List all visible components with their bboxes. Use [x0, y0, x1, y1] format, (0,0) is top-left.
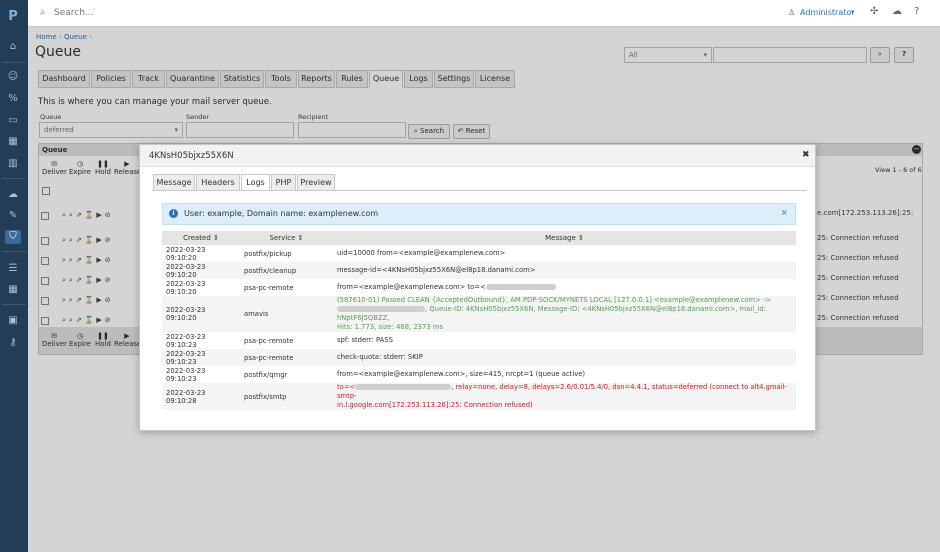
log-service: psa-pc-remote	[244, 283, 294, 292]
cloud-icon[interactable]: ☁	[5, 188, 21, 202]
logs-header-row: Created ⇕ Service ⇕ Message ⇕	[162, 231, 796, 245]
column-message-label: Message	[545, 234, 576, 242]
log-created: 2022-03-23 09:10:20	[166, 279, 206, 296]
home-icon[interactable]: ⌂	[5, 40, 21, 54]
log-service: postfix/qmgr	[244, 370, 288, 379]
modal-header	[140, 145, 815, 167]
close-icon[interactable]: ✖	[802, 150, 810, 160]
log-message: (587610-01) Passed CLEAN {AcceptedOutbou…	[333, 296, 796, 332]
info-alert: i User: example, Domain name: examplenew…	[162, 203, 796, 225]
user-menu[interactable]: Administrator	[800, 8, 855, 17]
divider	[2, 304, 26, 305]
sort-icon: ⇕	[297, 234, 304, 242]
sort-icon: ⇕	[213, 234, 219, 242]
log-message-text: uid=10000 from=<example@examplenew.com>	[337, 249, 506, 257]
tab-divider	[152, 190, 807, 191]
log-service: postfix/pickup	[244, 249, 292, 258]
book-icon[interactable]: ▥	[5, 157, 21, 171]
log-modal: 4KNsH05bjxz55X6N ✖ Message Headers Logs PHP…	[139, 144, 816, 431]
log-message: from=<example@examplenew.com>, size=415,…	[333, 366, 796, 383]
log-message-text: (587610-01) Passed CLEAN {AcceptedOutbou…	[337, 296, 772, 304]
log-created: 2022-03-23 09:10:20	[166, 245, 206, 262]
redacted-recipient	[337, 306, 425, 312]
modal-tab-headers[interactable]: Headers	[196, 174, 240, 191]
cloud-off-icon[interactable]: ☁	[892, 6, 902, 17]
modal-title: 4KNsH05bjxz55X6N	[149, 151, 234, 161]
log-message: to=<, relay=none, delay=8, delays=2.6/0.…	[333, 383, 796, 410]
log-row: 2022-03-23 09:10:20 postfix/pickup uid=100…	[162, 245, 796, 262]
log-message: check-quota: stderr: SKIP	[333, 349, 796, 366]
log-message-text: check-quota: stderr: SKIP	[337, 353, 423, 361]
log-service: psa-pc-remote	[244, 336, 294, 345]
log-row: 2022-03-23 09:10:20 psa-pc-remote from=<ex…	[162, 279, 796, 296]
log-created: 2022-03-23 09:10:28	[162, 383, 240, 410]
modal-tab-preview[interactable]: Preview	[297, 174, 335, 191]
modal-tab-logs[interactable]: Logs	[241, 174, 270, 191]
key-icon[interactable]: ⚷	[5, 336, 21, 350]
top-bar: ⌕ ♙ Administrator ▾ ✣ ☁ ?	[28, 0, 940, 27]
log-created: 2022-03-23 09:10:20	[162, 262, 240, 279]
logs-body: 2022-03-23 09:10:20 postfix/pickup uid=100…	[162, 245, 796, 410]
redacted-recipient	[355, 384, 452, 390]
log-message-text: in.l.google.com[172.253.113.26]:25: Conn…	[337, 401, 533, 409]
log-service: amavis	[240, 296, 333, 332]
divider	[2, 62, 26, 63]
log-created: 2022-03-23 09:10:20	[162, 296, 240, 332]
help-icon[interactable]: ?	[914, 6, 919, 17]
logs-table: Created ⇕ Service ⇕ Message ⇕ 2022-03-23…	[162, 231, 796, 410]
column-service[interactable]: Service ⇕	[240, 231, 333, 245]
user-icon[interactable]: ☺	[5, 70, 21, 84]
column-created-label: Created	[183, 234, 211, 242]
log-message: from=<example@examplenew.com> to=<	[333, 279, 796, 296]
log-message-text: to=<	[337, 383, 356, 391]
redacted-recipient	[485, 284, 556, 290]
log-service: psa-pc-remote	[240, 349, 333, 366]
apps-icon[interactable]: ▦	[5, 135, 21, 149]
log-created: 2022-03-23 09:10:23	[162, 349, 240, 366]
log-message-text: from=<example@examplenew.com> to=<	[337, 283, 486, 291]
log-service: postfix/smtp	[240, 383, 333, 410]
log-service: postfix/cleanup	[240, 262, 333, 279]
log-message: spf: stderr: PASS	[333, 332, 796, 349]
sliders-icon[interactable]: ☰	[5, 262, 21, 276]
log-row: 2022-03-23 09:10:23 psa-pc-remote spf: std…	[162, 332, 796, 349]
log-created: 2022-03-23 09:10:23	[166, 366, 206, 383]
percent-icon[interactable]: %	[5, 92, 21, 106]
log-created: 2022-03-23 09:10:23	[166, 332, 206, 349]
log-message-text: Hits: 1.773, size: 468, 2373 ms	[337, 323, 443, 331]
log-row: 2022-03-23 09:10:28 postfix/smtp to=<, rel…	[162, 383, 796, 410]
log-message-text: spf: stderr: PASS	[337, 336, 393, 344]
divider	[2, 178, 26, 179]
log-row: 2022-03-23 09:10:20 postfix/cleanup messag…	[162, 262, 796, 279]
briefcase-icon[interactable]: ▣	[5, 314, 21, 328]
log-row: 2022-03-23 09:10:20 amavis (587610-01) Pas…	[162, 296, 796, 332]
log-message: message-id=<4KNsH05bjxz55X6N@el8p18.dana…	[333, 262, 796, 279]
logo[interactable]: P	[5, 10, 21, 24]
sidebar: P ⌂ ☺ % ▭ ▦ ▥ ☁ ✎ ⛉ ☰ ▦ ▣ ⚷	[0, 0, 28, 552]
info-text: User: example, Domain name: examplenew.c…	[184, 209, 379, 218]
log-message: uid=10000 from=<example@examplenew.com>	[333, 245, 796, 262]
log-row: 2022-03-23 09:10:23 postfix/qmgr from=<exa…	[162, 366, 796, 383]
search-icon: ⌕	[40, 7, 46, 18]
column-message[interactable]: Message ⇕	[333, 231, 796, 245]
chevron-down-icon: ▾	[851, 8, 855, 16]
grid-icon[interactable]: ▦	[5, 283, 21, 297]
alert-close-icon[interactable]: ×	[781, 208, 788, 217]
sort-icon: ⇕	[578, 234, 584, 242]
column-created[interactable]: Created ⇕	[162, 231, 240, 245]
info-icon: i	[169, 209, 178, 218]
log-message-text: message-id=<4KNsH05bjxz55X6N@el8p18.dana…	[337, 266, 536, 274]
log-row: 2022-03-23 09:10:23 psa-pc-remote check-qu…	[162, 349, 796, 366]
user-icon: ♙	[788, 8, 796, 17]
modal-tab-message[interactable]: Message	[153, 174, 195, 191]
column-service-label: Service	[269, 234, 296, 242]
log-message-text: from=<example@examplenew.com>, size=415,…	[337, 370, 586, 378]
modal-tab-php[interactable]: PHP	[271, 174, 296, 191]
search-input[interactable]	[54, 5, 254, 21]
monitor-icon[interactable]: ▭	[5, 114, 21, 128]
puzzle-icon[interactable]: ✣	[870, 6, 878, 17]
divider	[2, 251, 26, 252]
shield-icon[interactable]: ⛉	[5, 230, 21, 244]
wrench-icon[interactable]: ✎	[5, 209, 21, 223]
